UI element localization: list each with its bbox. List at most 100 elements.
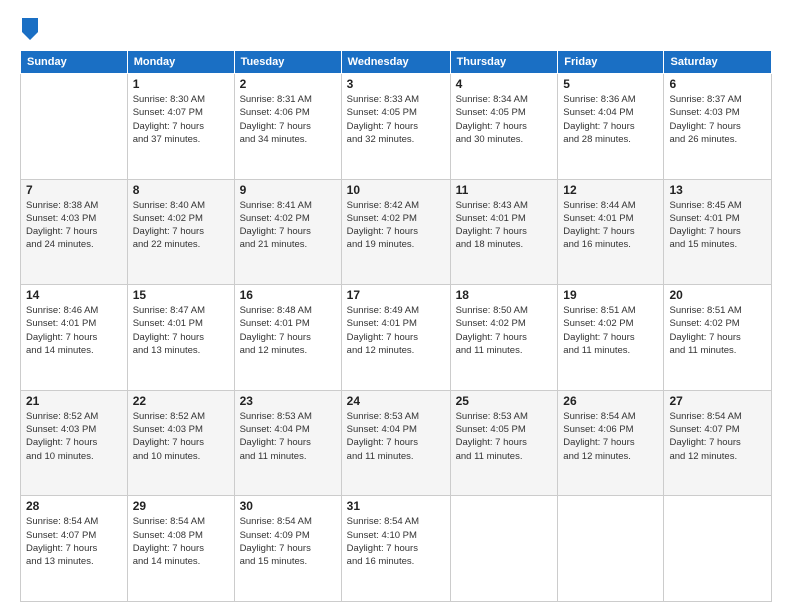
- day-info: Sunrise: 8:54 AMSunset: 4:08 PMDaylight:…: [133, 515, 229, 568]
- day-number: 12: [563, 183, 658, 197]
- day-info: Sunrise: 8:38 AMSunset: 4:03 PMDaylight:…: [26, 199, 122, 252]
- day-info: Sunrise: 8:44 AMSunset: 4:01 PMDaylight:…: [563, 199, 658, 252]
- calendar-cell: 26 Sunrise: 8:54 AMSunset: 4:06 PMDayligh…: [558, 390, 664, 496]
- day-info: Sunrise: 8:53 AMSunset: 4:04 PMDaylight:…: [240, 410, 336, 463]
- day-number: 21: [26, 394, 122, 408]
- calendar-cell: 5 Sunrise: 8:36 AMSunset: 4:04 PMDaylight…: [558, 74, 664, 180]
- day-number: 1: [133, 77, 229, 91]
- day-info: Sunrise: 8:37 AMSunset: 4:03 PMDaylight:…: [669, 93, 766, 146]
- day-number: 22: [133, 394, 229, 408]
- day-number: 28: [26, 499, 122, 513]
- day-info: Sunrise: 8:51 AMSunset: 4:02 PMDaylight:…: [669, 304, 766, 357]
- day-number: 13: [669, 183, 766, 197]
- calendar-cell: [21, 74, 128, 180]
- day-number: 14: [26, 288, 122, 302]
- weekday-header-monday: Monday: [127, 51, 234, 74]
- day-info: Sunrise: 8:51 AMSunset: 4:02 PMDaylight:…: [563, 304, 658, 357]
- day-number: 19: [563, 288, 658, 302]
- calendar-cell: 31 Sunrise: 8:54 AMSunset: 4:10 PMDayligh…: [341, 496, 450, 602]
- calendar-cell: 3Sunrise: 8:33 AMSunset: 4:05 PMDaylight…: [341, 74, 450, 180]
- day-info: Sunrise: 8:54 AMSunset: 4:07 PMDaylight:…: [26, 515, 122, 568]
- page: SundayMondayTuesdayWednesdayThursdayFrid…: [0, 0, 792, 612]
- day-number: 10: [347, 183, 445, 197]
- day-number: 8: [133, 183, 229, 197]
- day-info: Sunrise: 8:30 AMSunset: 4:07 PMDaylight:…: [133, 93, 229, 146]
- day-number: 4: [456, 77, 553, 91]
- calendar-cell: 4 Sunrise: 8:34 AMSunset: 4:05 PMDaylight…: [450, 74, 558, 180]
- day-info: Sunrise: 8:40 AMSunset: 4:02 PMDaylight:…: [133, 199, 229, 252]
- weekday-header-friday: Friday: [558, 51, 664, 74]
- day-number: 3: [347, 77, 445, 91]
- weekday-header-tuesday: Tuesday: [234, 51, 341, 74]
- day-number: 6: [669, 77, 766, 91]
- day-number: 27: [669, 394, 766, 408]
- day-number: 30: [240, 499, 336, 513]
- day-info: Sunrise: 8:36 AMSunset: 4:04 PMDaylight:…: [563, 93, 658, 146]
- calendar-cell: 27Sunrise: 8:54 AMSunset: 4:07 PMDayligh…: [664, 390, 772, 496]
- calendar-cell: 10 Sunrise: 8:42 AMSunset: 4:02 PMDayligh…: [341, 179, 450, 285]
- calendar-cell: 20 Sunrise: 8:51 AMSunset: 4:02 PMDayligh…: [664, 285, 772, 391]
- day-info: Sunrise: 8:34 AMSunset: 4:05 PMDaylight:…: [456, 93, 553, 146]
- day-number: 16: [240, 288, 336, 302]
- day-number: 18: [456, 288, 553, 302]
- day-info: Sunrise: 8:53 AMSunset: 4:04 PMDaylight:…: [347, 410, 445, 463]
- day-info: Sunrise: 8:48 AMSunset: 4:01 PMDaylight:…: [240, 304, 336, 357]
- day-number: 26: [563, 394, 658, 408]
- calendar-cell: 1 Sunrise: 8:30 AMSunset: 4:07 PMDaylight…: [127, 74, 234, 180]
- day-info: Sunrise: 8:41 AMSunset: 4:02 PMDaylight:…: [240, 199, 336, 252]
- day-info: Sunrise: 8:54 AMSunset: 4:09 PMDaylight:…: [240, 515, 336, 568]
- calendar-cell: 11 Sunrise: 8:43 AMSunset: 4:01 PMDayligh…: [450, 179, 558, 285]
- calendar-cell: 16 Sunrise: 8:48 AMSunset: 4:01 PMDayligh…: [234, 285, 341, 391]
- calendar-cell: 12 Sunrise: 8:44 AMSunset: 4:01 PMDayligh…: [558, 179, 664, 285]
- day-info: Sunrise: 8:46 AMSunset: 4:01 PMDaylight:…: [26, 304, 122, 357]
- day-info: Sunrise: 8:54 AMSunset: 4:06 PMDaylight:…: [563, 410, 658, 463]
- calendar-cell: 8 Sunrise: 8:40 AMSunset: 4:02 PMDaylight…: [127, 179, 234, 285]
- day-info: Sunrise: 8:52 AMSunset: 4:03 PMDaylight:…: [26, 410, 122, 463]
- day-number: 5: [563, 77, 658, 91]
- day-number: 17: [347, 288, 445, 302]
- calendar-week-row: 14 Sunrise: 8:46 AMSunset: 4:01 PMDayligh…: [21, 285, 772, 391]
- calendar-cell: 22Sunrise: 8:52 AMSunset: 4:03 PMDayligh…: [127, 390, 234, 496]
- calendar-cell: [450, 496, 558, 602]
- calendar-cell: 29 Sunrise: 8:54 AMSunset: 4:08 PMDayligh…: [127, 496, 234, 602]
- calendar-header-row: SundayMondayTuesdayWednesdayThursdayFrid…: [21, 51, 772, 74]
- logo-icon: [22, 18, 38, 40]
- weekday-header-thursday: Thursday: [450, 51, 558, 74]
- calendar-cell: 6 Sunrise: 8:37 AMSunset: 4:03 PMDaylight…: [664, 74, 772, 180]
- calendar-cell: 9 Sunrise: 8:41 AMSunset: 4:02 PMDaylight…: [234, 179, 341, 285]
- header: [20, 18, 772, 40]
- weekday-header-wednesday: Wednesday: [341, 51, 450, 74]
- weekday-header-saturday: Saturday: [664, 51, 772, 74]
- day-number: 20: [669, 288, 766, 302]
- day-number: 9: [240, 183, 336, 197]
- day-info: Sunrise: 8:50 AMSunset: 4:02 PMDaylight:…: [456, 304, 553, 357]
- day-info: Sunrise: 8:43 AMSunset: 4:01 PMDaylight:…: [456, 199, 553, 252]
- day-info: Sunrise: 8:47 AMSunset: 4:01 PMDaylight:…: [133, 304, 229, 357]
- calendar-cell: 30 Sunrise: 8:54 AMSunset: 4:09 PMDayligh…: [234, 496, 341, 602]
- logo: [20, 18, 38, 40]
- day-info: Sunrise: 8:45 AMSunset: 4:01 PMDaylight:…: [669, 199, 766, 252]
- day-number: 15: [133, 288, 229, 302]
- calendar-cell: 18 Sunrise: 8:50 AMSunset: 4:02 PMDayligh…: [450, 285, 558, 391]
- calendar-cell: 25Sunrise: 8:53 AMSunset: 4:05 PMDayligh…: [450, 390, 558, 496]
- calendar-week-row: 28 Sunrise: 8:54 AMSunset: 4:07 PMDayligh…: [21, 496, 772, 602]
- day-info: Sunrise: 8:49 AMSunset: 4:01 PMDaylight:…: [347, 304, 445, 357]
- day-number: 24: [347, 394, 445, 408]
- calendar-cell: 15 Sunrise: 8:47 AMSunset: 4:01 PMDayligh…: [127, 285, 234, 391]
- calendar-week-row: 1 Sunrise: 8:30 AMSunset: 4:07 PMDaylight…: [21, 74, 772, 180]
- day-number: 31: [347, 499, 445, 513]
- day-info: Sunrise: 8:31 AMSunset: 4:06 PMDaylight:…: [240, 93, 336, 146]
- calendar-cell: [558, 496, 664, 602]
- day-info: Sunrise: 8:42 AMSunset: 4:02 PMDaylight:…: [347, 199, 445, 252]
- calendar-week-row: 21 Sunrise: 8:52 AMSunset: 4:03 PMDayligh…: [21, 390, 772, 496]
- calendar-cell: 13 Sunrise: 8:45 AMSunset: 4:01 PMDayligh…: [664, 179, 772, 285]
- calendar-cell: 28 Sunrise: 8:54 AMSunset: 4:07 PMDayligh…: [21, 496, 128, 602]
- calendar-week-row: 7Sunrise: 8:38 AMSunset: 4:03 PMDaylight…: [21, 179, 772, 285]
- calendar-cell: 2Sunrise: 8:31 AMSunset: 4:06 PMDaylight…: [234, 74, 341, 180]
- day-info: Sunrise: 8:54 AMSunset: 4:10 PMDaylight:…: [347, 515, 445, 568]
- day-number: 11: [456, 183, 553, 197]
- day-number: 23: [240, 394, 336, 408]
- day-number: 29: [133, 499, 229, 513]
- calendar-cell: 23 Sunrise: 8:53 AMSunset: 4:04 PMDayligh…: [234, 390, 341, 496]
- day-number: 25: [456, 394, 553, 408]
